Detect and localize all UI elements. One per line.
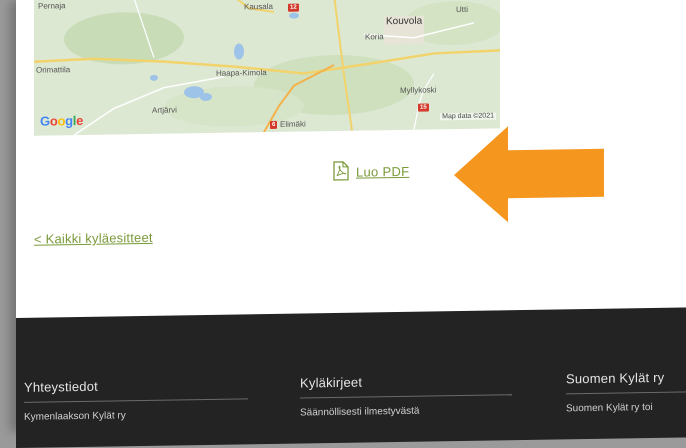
create-pdf-link[interactable]: Luo PDF	[332, 160, 409, 184]
map-place-orimattila: Orimattila	[36, 65, 71, 75]
map-place-elimaki: Elimäki	[280, 119, 306, 129]
map-place-artjarvi: Artjärvi	[152, 105, 177, 115]
footer-column-title: Suomen Kylät ry	[566, 369, 686, 395]
orange-arrow-icon	[454, 126, 604, 223]
footer-column-title: Yhteystiedot	[24, 376, 248, 403]
map-place-utti: Utti	[456, 4, 468, 15]
map-place-haapa-kimola: Haapa-Kimola	[216, 68, 267, 78]
site-footer: Yhteystiedot Kymenlaakson Kylät ry Kyläk…	[16, 307, 686, 448]
road-badge-6: 6	[270, 120, 278, 130]
map-place-kouvola: Kouvola	[386, 15, 423, 28]
map-place-pernaja: Pernaja	[38, 1, 66, 11]
main-content: Pernaja Kausala 12 Kouvola Koria Utti Or…	[16, 0, 686, 318]
footer-column-text: Kymenlaakson Kylät ry	[24, 410, 126, 423]
map-place-kausala: Kausala	[244, 1, 273, 12]
google-logo: Google	[40, 112, 84, 129]
footer-column-text: Suomen Kylät ry toi	[566, 401, 653, 415]
road-badge-12: 12	[288, 3, 299, 12]
footer-column-text: Säännöllisesti ilmestyvästä	[300, 405, 420, 419]
all-village-brochures-link[interactable]: < Kaikki kyläesitteet	[34, 230, 153, 247]
map-credit[interactable]: Map data ©2021	[440, 112, 496, 121]
footer-column-suomen-kylat: Suomen Kylät ry Suomen Kylät ry toi	[566, 369, 686, 414]
page-surface: Pernaja Kausala 12 Kouvola Koria Utti Or…	[16, 0, 686, 448]
map-tiles	[34, 0, 500, 136]
create-pdf-label: Luo PDF	[356, 163, 410, 180]
footer-column-newsletters: Kyläkirjeet Säännöllisesti ilmestyvästä	[300, 372, 512, 419]
road-badge-15: 15	[418, 103, 429, 112]
map-embed[interactable]: Pernaja Kausala 12 Kouvola Koria Utti Or…	[34, 0, 500, 136]
footer-column-title: Kyläkirjeet	[300, 372, 512, 399]
map-place-koria: Koria	[365, 32, 384, 42]
footer-column-contact: Yhteystiedot Kymenlaakson Kylät ry	[24, 376, 248, 423]
pdf-document-icon	[332, 161, 350, 184]
map-place-myllykoski: Myllykoski	[400, 85, 437, 95]
